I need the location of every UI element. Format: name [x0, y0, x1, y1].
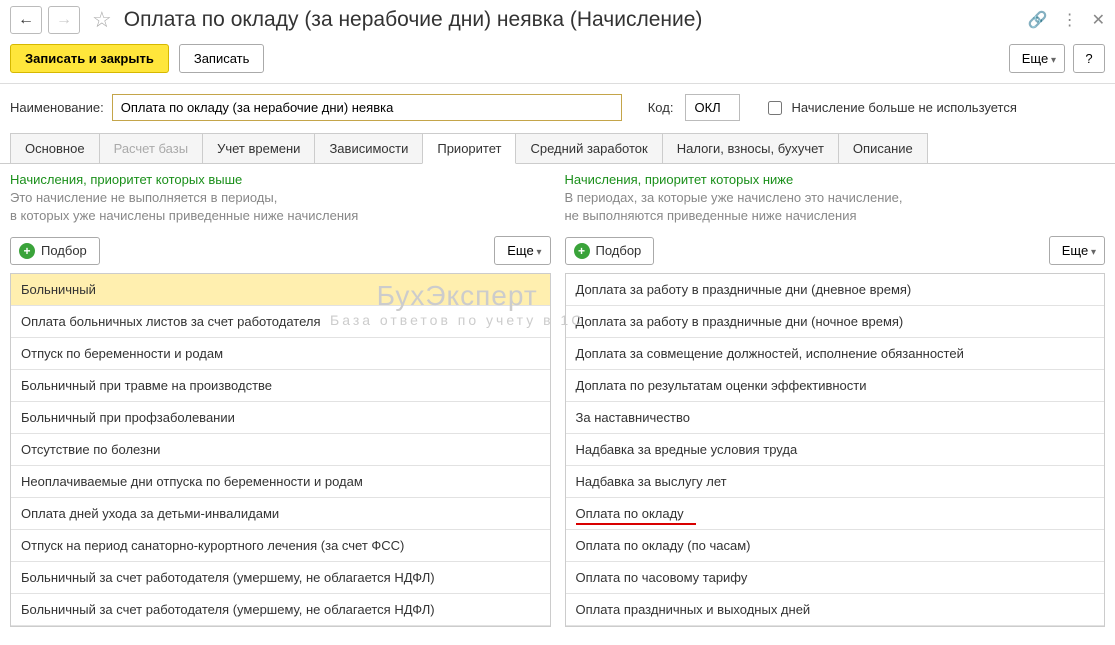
tabs: Основное Расчет базы Учет времени Зависи… — [0, 133, 1115, 164]
list-item[interactable]: Надбавка за вредные условия труда — [566, 434, 1105, 466]
list-right[interactable]: Доплата за работу в праздничные дни (дне… — [565, 273, 1106, 627]
tab-avg[interactable]: Средний заработок — [515, 133, 662, 163]
name-input[interactable] — [112, 94, 622, 121]
list-item[interactable]: За наставничество — [566, 402, 1105, 434]
tab-base: Расчет базы — [99, 133, 204, 163]
name-label: Наименование: — [10, 100, 104, 115]
pick-button-right[interactable]: + Подбор — [565, 237, 655, 265]
window-header: ← → ☆ Оплата по окладу (за нерабочие дни… — [0, 0, 1115, 40]
list-item[interactable]: Оплата по окладу — [566, 498, 1105, 530]
list-left[interactable]: БольничныйОплата больничных листов за сч… — [10, 273, 551, 627]
kebab-icon[interactable]: ⋮ — [1062, 10, 1078, 30]
code-input[interactable] — [685, 94, 740, 121]
plus-icon: + — [574, 243, 590, 259]
list-item[interactable]: Неоплачиваемые дни отпуска по беременнос… — [11, 466, 550, 498]
close-icon[interactable]: ✕ — [1092, 10, 1105, 30]
list-item[interactable]: Оплата по окладу (по часам) — [566, 530, 1105, 562]
priority-panels: Начисления, приоритет которых выше Это н… — [0, 164, 1115, 627]
tab-time[interactable]: Учет времени — [202, 133, 315, 163]
help-button[interactable]: ? — [1073, 44, 1105, 73]
tab-descr[interactable]: Описание — [838, 133, 928, 163]
list-item[interactable]: Доплата за работу в праздничные дни (ноч… — [566, 306, 1105, 338]
discontinued-checkbox[interactable]: Начисление больше не используется — [764, 98, 1016, 118]
toolbar: Записать и закрыть Записать Еще ? — [0, 40, 1115, 84]
code-label: Код: — [648, 100, 674, 115]
list-item[interactable]: Отсутствие по болезни — [11, 434, 550, 466]
plus-icon: + — [19, 243, 35, 259]
tab-main[interactable]: Основное — [10, 133, 100, 163]
list-item[interactable]: Оплата по часовому тарифу — [566, 562, 1105, 594]
list-item[interactable]: Доплата за работу в праздничные дни (дне… — [566, 274, 1105, 306]
nav-forward-button[interactable]: → — [48, 6, 80, 34]
panel-higher-priority: Начисления, приоритет которых выше Это н… — [10, 172, 551, 627]
panel-right-title: Начисления, приоритет которых ниже — [565, 172, 1106, 187]
panel-left-more-button[interactable]: Еще — [494, 236, 550, 265]
list-item[interactable]: Больничный за счет работодателя (умершем… — [11, 562, 550, 594]
panel-right-hint: В периодах, за которые уже начислено это… — [565, 189, 1106, 224]
list-item[interactable]: Оплата праздничных и выходных дней — [566, 594, 1105, 626]
favorite-icon[interactable]: ☆ — [92, 7, 112, 33]
list-item[interactable]: Больничный при профзаболевании — [11, 402, 550, 434]
panel-left-title: Начисления, приоритет которых выше — [10, 172, 551, 187]
list-item[interactable]: Отпуск по беременности и родам — [11, 338, 550, 370]
tab-priority[interactable]: Приоритет — [422, 133, 516, 164]
form-row: Наименование: Код: Начисление больше не … — [0, 84, 1115, 133]
nav-back-button[interactable]: ← — [10, 6, 42, 34]
list-item[interactable]: Больничный при травме на производстве — [11, 370, 550, 402]
list-item[interactable]: Больничный — [11, 274, 550, 306]
discontinued-label: Начисление больше не используется — [791, 100, 1016, 115]
tab-taxes[interactable]: Налоги, взносы, бухучет — [662, 133, 839, 163]
panel-left-hint: Это начисление не выполняется в периоды,… — [10, 189, 551, 224]
save-button[interactable]: Записать — [179, 44, 265, 73]
list-item[interactable]: Больничный за счет работодателя (умершем… — [11, 594, 550, 626]
pick-button-left[interactable]: + Подбор — [10, 237, 100, 265]
list-item[interactable]: Доплата за совмещение должностей, исполн… — [566, 338, 1105, 370]
tab-deps[interactable]: Зависимости — [314, 133, 423, 163]
link-icon[interactable]: 🔗 — [1028, 10, 1048, 30]
panel-lower-priority: Начисления, приоритет которых ниже В пер… — [565, 172, 1106, 627]
save-and-close-button[interactable]: Записать и закрыть — [10, 44, 169, 73]
list-item[interactable]: Оплата дней ухода за детьми-инвалидами — [11, 498, 550, 530]
list-item[interactable]: Доплата по результатам оценки эффективно… — [566, 370, 1105, 402]
list-item[interactable]: Отпуск на период санаторно-курортного ле… — [11, 530, 550, 562]
panel-right-more-button[interactable]: Еще — [1049, 236, 1105, 265]
list-item[interactable]: Оплата больничных листов за счет работод… — [11, 306, 550, 338]
discontinued-checkbox-input[interactable] — [768, 101, 782, 115]
more-button[interactable]: Еще — [1009, 44, 1065, 73]
page-title: Оплата по окладу (за нерабочие дни) неяв… — [124, 8, 703, 32]
list-item[interactable]: Надбавка за выслугу лет — [566, 466, 1105, 498]
